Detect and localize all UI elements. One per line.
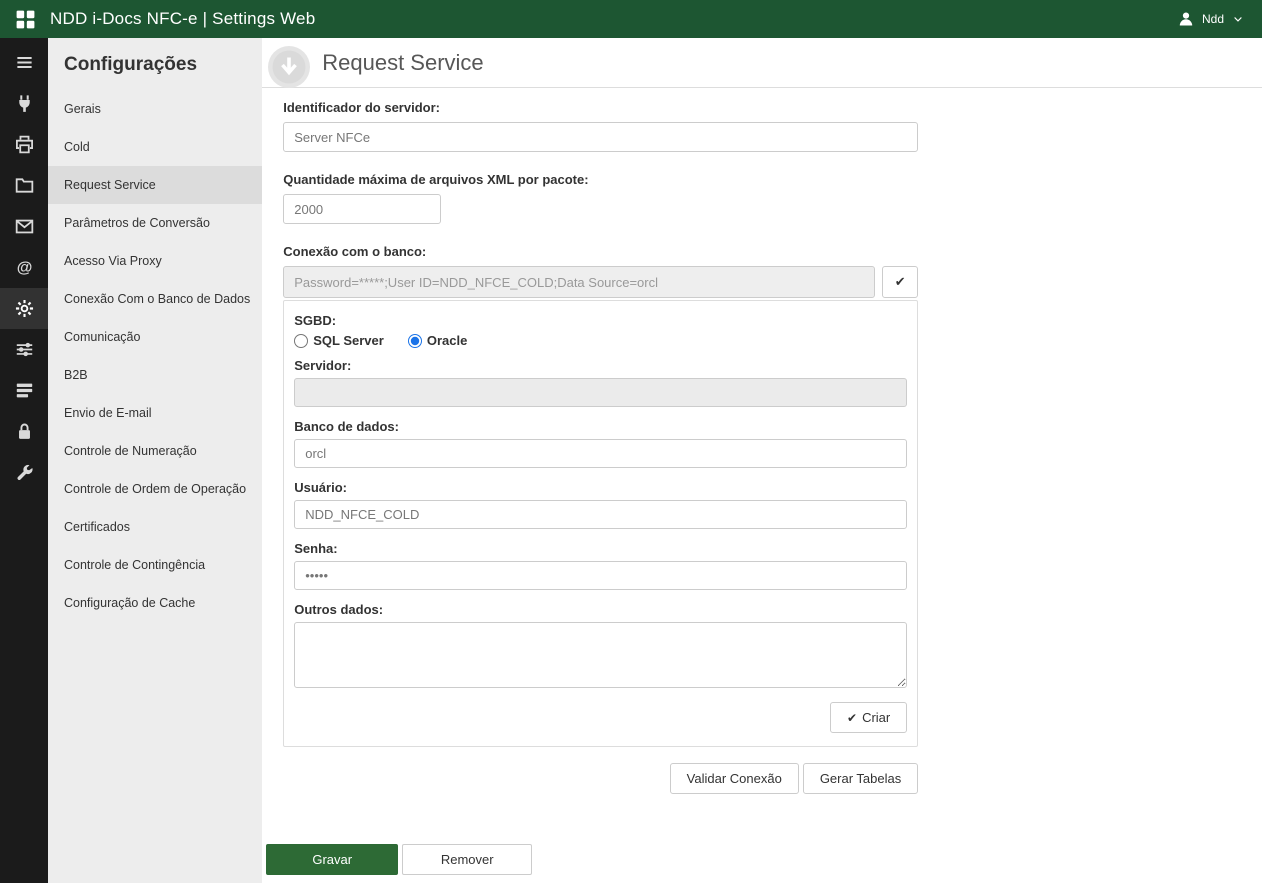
- stack-icon[interactable]: [0, 370, 48, 411]
- svg-text:@: @: [16, 258, 32, 276]
- menu-icon[interactable]: [0, 42, 48, 83]
- sidebar-item-configura-o-de-cache[interactable]: Configuração de Cache: [48, 584, 262, 622]
- remover-button[interactable]: Remover: [402, 844, 532, 875]
- chevron-down-icon: [1232, 13, 1244, 25]
- form-actions: Gravar Remover: [266, 844, 942, 875]
- app-logo-icon[interactable]: [16, 10, 35, 29]
- page-header: Request Service: [262, 38, 1262, 88]
- criar-button[interactable]: ✔ Criar: [830, 702, 907, 733]
- check-icon: ✔: [895, 274, 906, 289]
- radio-button[interactable]: [294, 334, 308, 348]
- radio-button[interactable]: [408, 334, 422, 348]
- folder-icon[interactable]: [0, 165, 48, 206]
- servidor-label: Servidor:: [294, 358, 907, 373]
- gerar-tabelas-button[interactable]: Gerar Tabelas: [803, 763, 918, 794]
- outros-textarea[interactable]: [294, 622, 907, 688]
- sidebar-item-b2b[interactable]: B2B: [48, 356, 262, 394]
- sidebar-item-certificados[interactable]: Certificados: [48, 508, 262, 546]
- connection-panel: SGBD: SQL Server Oracle Servidor: Banco d…: [283, 300, 918, 747]
- server-id-input[interactable]: [283, 122, 918, 152]
- outros-label: Outros dados:: [294, 602, 907, 617]
- user-name: Ndd: [1202, 12, 1224, 26]
- gravar-button[interactable]: Gravar: [266, 844, 398, 875]
- banco-label: Banco de dados:: [294, 419, 907, 434]
- sidebar-item-controle-de-conting-ncia[interactable]: Controle de Contingência: [48, 546, 262, 584]
- criar-row: ✔ Criar: [294, 702, 907, 733]
- sidebar-list: GeraisColdRequest ServiceParâmetros de C…: [48, 90, 262, 622]
- envelope-icon[interactable]: [0, 206, 48, 247]
- radio-label: SQL Server: [313, 333, 384, 348]
- sidebar-item-conex-o-com-o-banco-de-dados[interactable]: Conexão Com o Banco de Dados: [48, 280, 262, 318]
- senha-input[interactable]: [294, 561, 907, 590]
- sgbd-option-sql-server[interactable]: SQL Server: [294, 333, 384, 348]
- usuario-label: Usuário:: [294, 480, 907, 495]
- sidebar-title: Configurações: [48, 38, 262, 90]
- plug-icon[interactable]: [0, 83, 48, 124]
- senha-label: Senha:: [294, 541, 907, 556]
- validar-conexao-button[interactable]: Validar Conexão: [670, 763, 799, 794]
- sidebar-item-gerais[interactable]: Gerais: [48, 90, 262, 128]
- printer-icon[interactable]: [0, 124, 48, 165]
- check-icon: ✔: [847, 711, 857, 725]
- max-xml-label: Quantidade máxima de arquivos XML por pa…: [283, 172, 942, 187]
- icon-rail: @: [0, 38, 48, 883]
- servidor-input[interactable]: [294, 378, 907, 407]
- sidebar-item-controle-de-numera-o[interactable]: Controle de Numeração: [48, 432, 262, 470]
- sgbd-label: SGBD:: [294, 313, 907, 328]
- sidebar-item-controle-de-ordem-de-opera-o[interactable]: Controle de Ordem de Operação: [48, 470, 262, 508]
- connection-label: Conexão com o banco:: [283, 244, 942, 259]
- usuario-input[interactable]: [294, 500, 907, 529]
- at-icon[interactable]: @: [0, 247, 48, 288]
- sgbd-option-oracle[interactable]: Oracle: [408, 333, 467, 348]
- page-title: Request Service: [322, 50, 483, 76]
- app-window: NDD i-Docs NFC-e | Settings Web Ndd @ Co…: [0, 0, 1262, 883]
- radio-label: Oracle: [427, 333, 467, 348]
- main-content: Request Service Identificador do servido…: [262, 38, 1262, 883]
- request-service-icon: [267, 45, 311, 89]
- sidebar-item-acesso-via-proxy[interactable]: Acesso Via Proxy: [48, 242, 262, 280]
- connection-actions: Validar Conexão Gerar Tabelas: [283, 763, 918, 794]
- lock-icon[interactable]: [0, 411, 48, 452]
- connection-row: ✔: [283, 266, 918, 298]
- gear-icon[interactable]: [0, 288, 48, 329]
- sidebar-item-comunica-o[interactable]: Comunicação: [48, 318, 262, 356]
- topbar: NDD i-Docs NFC-e | Settings Web Ndd: [0, 0, 1262, 38]
- criar-button-label: Criar: [862, 710, 890, 725]
- wrench-icon[interactable]: [0, 452, 48, 493]
- app-title: NDD i-Docs NFC-e | Settings Web: [50, 9, 315, 29]
- sgbd-radio-group: SQL Server Oracle: [294, 333, 907, 348]
- connection-confirm-button[interactable]: ✔: [882, 266, 918, 298]
- max-xml-input[interactable]: [283, 194, 441, 224]
- sidebar-item-request-service[interactable]: Request Service: [48, 166, 262, 204]
- sidebar-item-par-metros-de-convers-o[interactable]: Parâmetros de Conversão: [48, 204, 262, 242]
- banco-input[interactable]: [294, 439, 907, 468]
- request-service-form: Identificador do servidor: Quantidade má…: [262, 88, 942, 875]
- sidebar: Configurações GeraisColdRequest ServiceP…: [48, 38, 262, 883]
- sidebar-item-envio-de-e-mail[interactable]: Envio de E-mail: [48, 394, 262, 432]
- connection-string-input[interactable]: [283, 266, 875, 298]
- user-menu[interactable]: Ndd: [1178, 11, 1244, 27]
- sliders-icon[interactable]: [0, 329, 48, 370]
- server-id-label: Identificador do servidor:: [283, 100, 942, 115]
- sidebar-item-cold[interactable]: Cold: [48, 128, 262, 166]
- user-icon: [1178, 11, 1194, 27]
